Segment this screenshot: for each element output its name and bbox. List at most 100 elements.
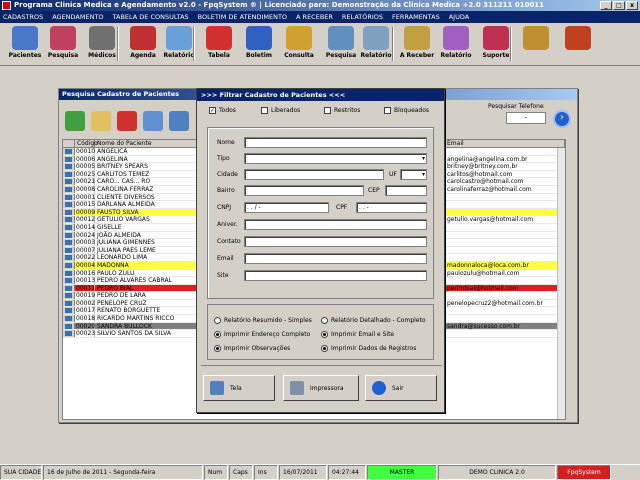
row-code: 00005 (76, 163, 96, 171)
toolbar-button-13[interactable] (517, 25, 555, 65)
site-input[interactable] (244, 270, 427, 281)
filter-restritos[interactable]: Restritos (324, 107, 360, 114)
option-registros[interactable]: Imprimir Dados de Registros (321, 345, 416, 352)
toolbar-button-6[interactable]: Boletim (240, 25, 278, 65)
menu-ajuda[interactable]: AJUDA (449, 13, 469, 21)
toolbar-button-5[interactable]: Tabela (200, 25, 238, 65)
filter-liberados[interactable]: Liberados (261, 107, 300, 114)
toolbar-button-11[interactable]: Relatório (437, 25, 475, 65)
option-endereco-label: Imprimir Endereço Completo (224, 331, 311, 338)
toolbar-button-0[interactable]: Pacientes (6, 25, 44, 65)
toolbar-button-1[interactable]: Pesquisa (44, 25, 82, 65)
row-code: 00025 (76, 170, 96, 178)
add-icon[interactable] (65, 111, 85, 131)
minimize-button[interactable]: _ (600, 1, 612, 10)
radio-registros[interactable] (321, 345, 328, 352)
option-registros-label: Imprimir Dados de Registros (331, 345, 417, 352)
cidade-input[interactable] (244, 169, 384, 180)
menu-a-receber[interactable]: A RECEBER (296, 13, 333, 21)
nome-input[interactable] (244, 137, 427, 148)
email-field[interactable] (244, 253, 427, 264)
row-code: 00018 (76, 315, 96, 323)
checkbox-todos[interactable]: ✓ (209, 107, 216, 114)
toolbar-button-7[interactable]: Consulta (280, 25, 318, 65)
sair-button[interactable]: Sair (365, 375, 437, 401)
patient-card-icon (63, 193, 75, 201)
contato-label: Contato (217, 238, 241, 245)
filter-bloqueados[interactable]: Bloqueados (384, 107, 429, 114)
menu-boletim[interactable]: BOLETIM DE ATENDIMENTO (198, 13, 287, 21)
tipo-select[interactable]: ▾ (244, 153, 427, 164)
phone-search-input[interactable]: - (506, 112, 546, 124)
close-button[interactable]: x (626, 1, 638, 10)
row-email: carolinaferraz@hotmail.com (447, 185, 532, 193)
delete-icon[interactable] (117, 111, 137, 131)
row-email: getulio.vargas@hotmail.com (447, 216, 534, 224)
patient-card-icon (63, 201, 75, 208)
header-code: Código (77, 140, 98, 147)
cpf-input[interactable]: . . - (356, 202, 427, 213)
toolbar-separator (117, 27, 119, 61)
menu-ferramentas[interactable]: FERRAMENTAS (392, 13, 440, 21)
toolbar-button-10[interactable]: A Receber (398, 25, 436, 65)
radio-email-site[interactable] (321, 331, 328, 338)
status-date: 16/07/2011 (279, 465, 327, 480)
option-detalhado[interactable]: Relatório Detalhado - Completo (321, 317, 426, 324)
menu-relatorios[interactable]: RELATÓRIOS (342, 13, 383, 21)
impressora-button[interactable]: Impressora (283, 375, 359, 401)
toolbar-button-9[interactable]: Relatório (357, 25, 395, 65)
checkbox-bloqueados[interactable] (384, 107, 391, 114)
search-go-button[interactable]: › (553, 110, 571, 128)
checkbox-restritos[interactable] (324, 107, 331, 114)
radio-endereco[interactable] (214, 331, 221, 338)
filter-icon[interactable] (169, 111, 189, 131)
exit-arrow-icon (372, 381, 386, 395)
bairro-label: Bairro (217, 187, 235, 194)
status-caps: Caps (229, 465, 253, 480)
row-code: 00014 (76, 223, 96, 231)
status-brand: FpqSystem (557, 465, 611, 480)
cnpj-input[interactable]: . . / - (244, 202, 329, 213)
option-resumido[interactable]: Relatório Resumido - Simples (214, 317, 312, 324)
menu-cadastros[interactable]: CADASTROS (3, 13, 43, 21)
patient-card-icon (63, 239, 75, 246)
row-code: 00012 (76, 216, 96, 224)
toolbar-button-2[interactable]: Médicos (83, 25, 121, 65)
tela-button[interactable]: Tela (203, 375, 275, 401)
aniversario-input[interactable] (244, 219, 427, 230)
vertical-scrollbar[interactable] (557, 148, 565, 419)
patient-card-icon (63, 292, 75, 299)
status-city: SUA CIDADE - UF (0, 465, 42, 480)
option-observacoes[interactable]: Imprimir Observações (214, 345, 290, 352)
option-endereco[interactable]: Imprimir Endereço Completo (214, 331, 310, 338)
filter-todos[interactable]: ✓ Todos (209, 107, 236, 114)
dialog-buttons: Tela Impressora Sair (201, 365, 442, 409)
radio-resumido[interactable] (214, 317, 221, 324)
toolbar-button-8[interactable]: Pesquisa (322, 25, 360, 65)
toolbar-button-3[interactable]: Agenda (124, 25, 162, 65)
row-email: madonnaloca@loca.com.br (447, 261, 529, 269)
nome-label: Nome (217, 139, 235, 146)
radio-detalhado[interactable] (321, 317, 328, 324)
tipo-label: Tipo (217, 155, 230, 162)
menu-tabela-consultas[interactable]: TABELA DE CONSULTAS (113, 13, 189, 21)
checkbox-liberados[interactable] (261, 107, 268, 114)
uf-select[interactable]: ▾ (400, 169, 427, 180)
toolbar-label: Relatório (440, 52, 472, 59)
menu-agendamento[interactable]: AGENDAMENTO (52, 13, 103, 21)
cep-input[interactable] (385, 185, 427, 196)
row-code: 00006 (76, 155, 96, 163)
money-icon (404, 26, 430, 50)
email-label: Email (217, 255, 234, 262)
row-email: pedrobial@hotmail.com (447, 284, 519, 292)
uf-label: UF (389, 171, 397, 178)
option-email-site[interactable]: Imprimir Email e Site (321, 331, 394, 338)
edit-icon[interactable] (91, 111, 111, 131)
bairro-input[interactable] (244, 185, 364, 196)
contato-input[interactable] (244, 236, 427, 247)
print-icon[interactable] (143, 111, 163, 131)
maximize-button[interactable]: □ (613, 1, 625, 10)
toolbar-label: Pesquisa (325, 52, 357, 59)
radio-observacoes[interactable] (214, 345, 221, 352)
toolbar-button-14[interactable] (559, 25, 597, 65)
